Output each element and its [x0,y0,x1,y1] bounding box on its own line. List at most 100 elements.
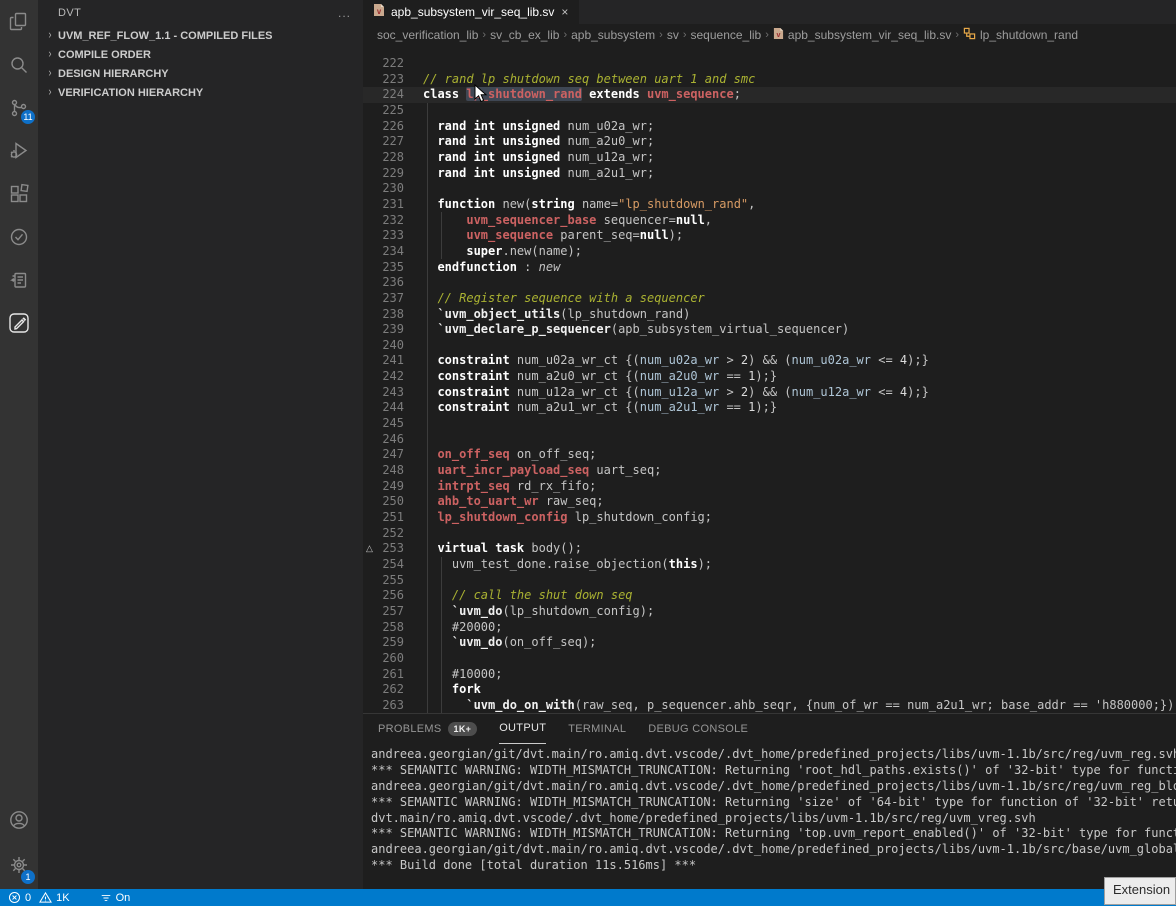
gutter-marker [363,213,376,229]
token [423,260,437,274]
settings-gear-icon[interactable]: 1 [0,841,38,889]
code-line[interactable]: 243 constraint num_u12a_wr_ct {(num_u12a… [363,385,1176,401]
line-number: 259 [376,635,404,651]
code-line[interactable]: 229 rand int unsigned num_a2u1_wr; [363,166,1176,182]
code-line[interactable]: 225 [363,103,1176,119]
code-line[interactable]: 239 `uvm_declare_p_sequencer(apb_subsyst… [363,322,1176,338]
code-line[interactable]: 255 [363,573,1176,589]
code-line[interactable]: △253 virtual task body(); [363,541,1176,557]
code-line[interactable]: 258 #20000; [363,620,1176,636]
tab-apb-subsystem-vir-seq-lib[interactable]: v apb_subsystem_vir_seq_lib.sv × [363,0,579,24]
panel-tab-terminal[interactable]: TERMINAL [568,714,626,743]
account-icon[interactable] [0,798,38,841]
breadcrumb-item[interactable]: vapb_subsystem_vir_seq_lib.sv [773,27,951,43]
code-line[interactable]: 233 uvm_sequence parent_seq=null); [363,228,1176,244]
breadcrumb-item[interactable]: sv_cb_ex_lib [490,28,559,42]
source-control-icon[interactable]: 11 [0,86,38,129]
sidebar-item-verification-hierarchy[interactable]: ›VERIFICATION HIERARCHY [38,83,363,102]
code-line[interactable]: 222 [363,56,1176,72]
code-line[interactable]: 230 [363,181,1176,197]
token: );} [755,400,777,414]
code-line[interactable]: 263 `uvm_do_on_with(raw_seq, p_sequencer… [363,698,1176,713]
token: );} [755,369,777,383]
code-line[interactable]: 228 rand int unsigned num_u12a_wr; [363,150,1176,166]
code-line[interactable]: 250 ahb_to_uart_wr raw_seq; [363,494,1176,510]
code-line[interactable]: 227 rand int unsigned num_a2u0_wr; [363,134,1176,150]
gutter-marker [363,400,376,416]
code-line[interactable]: 224class lp_shutdown_rand extends uvm_se… [363,87,1176,103]
code-line[interactable]: 238 `uvm_object_utils(lp_shutdown_rand) [363,307,1176,323]
token: (lp_shutdown_rand) [560,307,690,321]
gutter-marker [363,181,376,197]
panel-tab-problems[interactable]: PROBLEMS1K+ [378,714,477,743]
line-number: 231 [376,197,404,213]
code-line[interactable]: 259 `uvm_do(on_off_seq); [363,635,1176,651]
line-number: 252 [376,526,404,542]
token: num_u02a_wr; [560,119,654,133]
svg-text:v: v [377,7,382,16]
code-line[interactable]: 231 function new(string name="lp_shutdow… [363,197,1176,213]
token: `uvm_object_utils [437,307,560,321]
breadcrumb-item[interactable]: lp_shutdown_rand [963,27,1078,43]
code-editor[interactable]: 222223// rand lp shutdown seq between ua… [363,46,1176,713]
code-line[interactable]: 245 [363,416,1176,432]
breadcrumb-separator: › [765,29,769,41]
token [423,682,452,696]
code-text: uvm_sequence parent_seq=null); [423,228,1176,244]
gutter-marker [363,463,376,479]
token: num_a2u0_wr; [560,134,654,148]
run-debug-icon[interactable] [0,129,38,172]
verification-report-icon[interactable] [0,258,38,301]
tab-close-icon[interactable]: × [560,5,569,19]
testing-icon[interactable] [0,215,38,258]
sidebar-item-uvm-ref-flow-1-1-compiled-files[interactable]: ›UVM_REF_FLOW_1.1 - COMPILED FILES [38,26,363,45]
code-line[interactable]: 242 constraint num_a2u0_wr_ct {(num_a2u0… [363,369,1176,385]
dvt-icon[interactable] [0,301,38,344]
panel-tab-debug-console[interactable]: DEBUG CONSOLE [648,714,748,743]
code-line[interactable]: 260 [363,651,1176,667]
breadcrumb-item[interactable]: soc_verification_lib [377,28,478,42]
code-line[interactable]: 246 [363,432,1176,448]
code-line[interactable]: 226 rand int unsigned num_u02a_wr; [363,119,1176,135]
code-line[interactable]: 223// rand lp shutdown seq between uart … [363,72,1176,88]
code-line[interactable]: 254 uvm_test_done.raise_objection(this); [363,557,1176,573]
code-line[interactable]: 257 `uvm_do(lp_shutdown_config); [363,604,1176,620]
token: (lp_shutdown_config); [502,604,654,618]
token: ) && ( [748,385,791,399]
extensions-icon[interactable] [0,172,38,215]
output-console[interactable]: andreea.georgian/git/dvt.main/ro.amiq.dv… [371,747,1176,889]
search-icon[interactable] [0,43,38,86]
line-number: 263 [376,698,404,713]
code-line[interactable]: 240 [363,338,1176,354]
code-line[interactable]: 241 constraint num_u02a_wr_ct {(num_u02a… [363,353,1176,369]
sidebar-item-compile-order[interactable]: ›COMPILE ORDER [38,45,363,64]
code-line[interactable]: 256 // call the shut down seq [363,588,1176,604]
panel-tab-output[interactable]: OUTPUT [499,714,546,744]
code-line[interactable]: 232 uvm_sequencer_base sequencer=null, [363,213,1176,229]
code-line[interactable]: 234 super.new(name); [363,244,1176,260]
breadcrumb-item[interactable]: sequence_lib [691,28,762,42]
code-text: `uvm_do(on_off_seq); [423,635,1176,651]
code-line[interactable]: 236 [363,275,1176,291]
breadcrumb-item[interactable]: apb_subsystem [571,28,655,42]
code-text: constraint num_a2u0_wr_ct {(num_a2u0_wr … [423,369,1176,385]
problems-status[interactable]: 0 1K [8,891,70,904]
token [423,307,437,321]
code-line[interactable]: 248 uart_incr_payload_seq uart_seq; [363,463,1176,479]
sidebar-item-label: DESIGN HIERARCHY [58,68,169,80]
filter-status[interactable]: On [100,892,131,904]
code-line[interactable]: 252 [363,526,1176,542]
code-line[interactable]: 261 #10000; [363,667,1176,683]
code-line[interactable]: 249 intrpt_seq rd_rx_fifo; [363,479,1176,495]
code-line[interactable]: 244 constraint num_a2u1_wr_ct {(num_a2u1… [363,400,1176,416]
code-line[interactable]: 235 endfunction : new [363,260,1176,276]
code-line[interactable]: 262 fork [363,682,1176,698]
sidebar-item-design-hierarchy[interactable]: ›DESIGN HIERARCHY [38,64,363,83]
explorer-icon[interactable] [0,0,38,43]
code-line[interactable]: 247 on_off_seq on_off_seq; [363,447,1176,463]
breadcrumb: soc_verification_lib›sv_cb_ex_lib›apb_su… [363,24,1176,46]
code-line[interactable]: 237 // Register sequence with a sequence… [363,291,1176,307]
more-actions-button[interactable]: ... [338,6,351,20]
code-line[interactable]: 251 lp_shutdown_config lp_shutdown_confi… [363,510,1176,526]
breadcrumb-item[interactable]: sv [667,28,679,42]
